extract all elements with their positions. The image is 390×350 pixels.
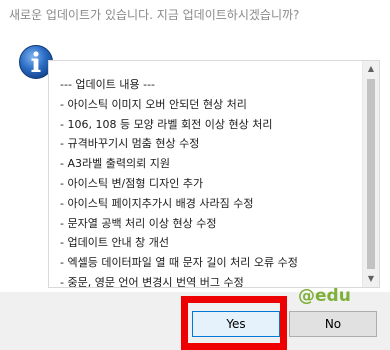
scroll-up-arrow-icon[interactable]: ▲ [363,61,379,77]
update-dialog: 새로운 업데이트가 있습니다. 지금 업데이트하시겠습니까? --- 업데이트 … [0,0,390,350]
no-button[interactable]: No [289,311,377,337]
update-note-line: - 엑셀등 데이터파일 열 때 문자 길이 처리 오류 수정 [60,256,298,270]
dialog-title: 새로운 업데이트가 있습니다. 지금 업데이트하시겠습니까? [9,8,300,22]
update-note-line: - 아이스틱 페이지추가시 배경 사라짐 수정 [60,196,254,210]
scroll-down-arrow-icon[interactable]: ▼ [363,271,379,287]
watermark: @edu [298,286,351,306]
update-note-line: - 업데이트 안내 창 개선 [60,236,170,250]
update-note-line: - 106, 108 등 모양 라벨 회전 이상 현상 처리 [60,117,273,131]
update-note-line: - 중문, 영문 언어 변경시 번역 버그 수정 [60,275,244,288]
update-note-line: - 규격바꾸기시 멈춤 현상 수정 [60,137,200,151]
update-note-line: - 아이스틱 이미지 오버 안되던 현상 처리 [60,97,247,111]
update-note-line: --- 업데이트 내용 --- [60,78,156,91]
update-note-line: - A3라벨 출력의뢰 지원 [60,157,170,171]
scroll-thumb[interactable] [367,79,375,269]
update-notes-list: --- 업데이트 내용 --- - 아이스틱 이미지 오버 안되던 현상 처리 … [60,75,298,288]
update-note-line: - 아이스틱 변/점형 디자인 추가 [60,176,204,190]
update-notes-box[interactable]: --- 업데이트 내용 --- - 아이스틱 이미지 오버 안되던 현상 처리 … [48,60,380,288]
vertical-scrollbar[interactable]: ▲ ▼ [362,61,379,287]
highlight-box [181,296,287,350]
update-note-line: - 문자열 공백 처리 이상 현상 수정 [60,216,217,230]
